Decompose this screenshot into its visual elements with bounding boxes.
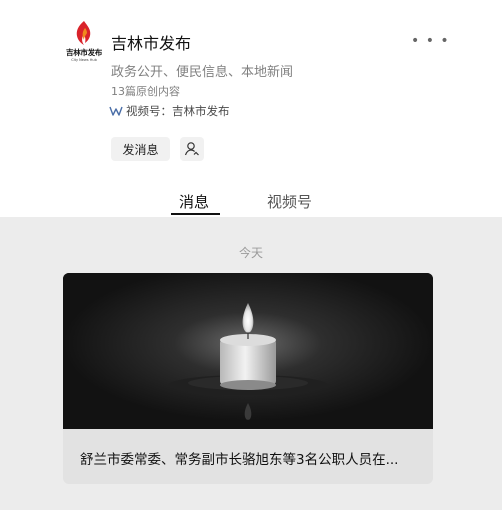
avatar[interactable]: 吉林市发布 City News Hub: [64, 20, 104, 62]
logo-text: 吉林市发布: [66, 48, 102, 57]
candle-image: [63, 273, 433, 429]
channel-link[interactable]: 视频号：吉林市发布: [109, 103, 230, 119]
channel-label: 视频号：吉林市发布: [126, 104, 230, 118]
account-name: 吉林市发布: [111, 34, 192, 53]
user-icon: [184, 142, 199, 156]
user-button[interactable]: [180, 137, 204, 161]
article-title: 舒兰市委常委、常务副市长骆旭东等3名公职人员在...: [80, 452, 399, 468]
logo-flame-icon: [76, 21, 91, 45]
date-label: 今天: [238, 246, 263, 260]
message-feed: 今天 舒兰市委常委、常务副市长骆旭东等3名公职人员在...: [0, 217, 502, 510]
profile-header: 吉林市发布 City News Hub 吉林市发布 • • • 政务公开、便民信…: [0, 0, 502, 217]
channel-icon: [109, 106, 123, 116]
active-tab-indicator: [171, 213, 220, 215]
account-page: 吉林市发布 City News Hub 吉林市发布 • • • 政务公开、便民信…: [0, 0, 502, 510]
more-icon[interactable]: • • •: [411, 33, 450, 49]
original-count: 13篇原创内容: [111, 85, 180, 98]
logo-subtext: City News Hub: [71, 58, 97, 62]
tab-messages[interactable]: 消息: [179, 191, 209, 212]
account-description: 政务公开、便民信息、本地新闻: [111, 65, 294, 80]
send-message-button[interactable]: 发消息: [111, 137, 170, 161]
tab-channels[interactable]: 视频号: [267, 191, 312, 212]
article-card[interactable]: 舒兰市委常委、常务副市长骆旭东等3名公职人员在...: [63, 273, 433, 484]
